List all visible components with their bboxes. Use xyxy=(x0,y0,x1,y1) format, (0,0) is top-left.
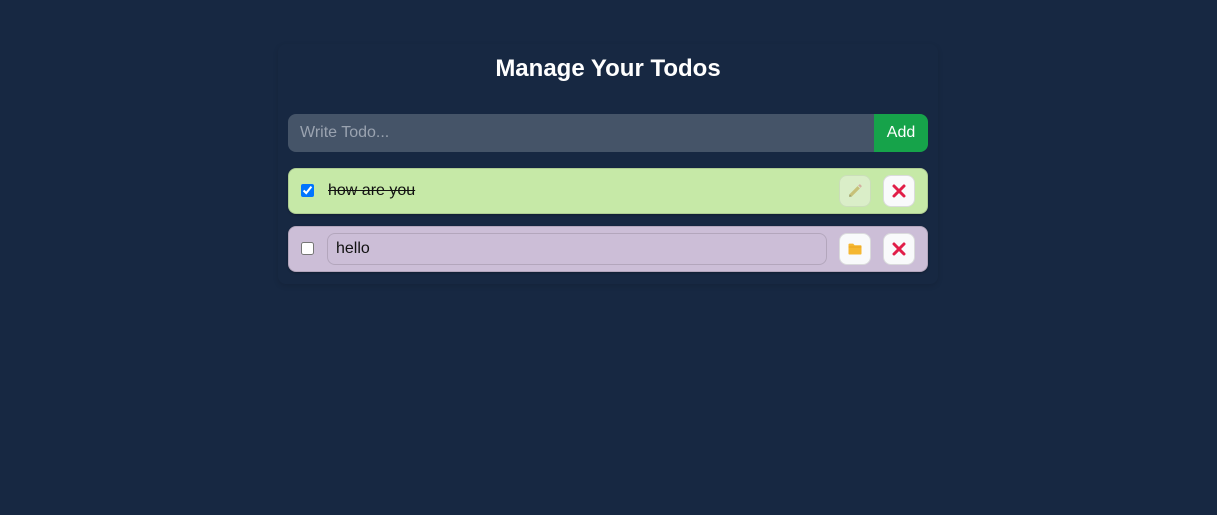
close-icon xyxy=(891,241,907,257)
delete-todo-button[interactable] xyxy=(883,233,915,265)
todo-input[interactable] xyxy=(288,114,874,152)
delete-todo-button[interactable] xyxy=(883,175,915,207)
todo-item xyxy=(288,226,928,272)
todo-complete-checkbox[interactable] xyxy=(301,184,314,197)
todo-container: Manage Your Todos Add xyxy=(278,44,938,284)
close-icon xyxy=(891,183,907,199)
pencil-icon xyxy=(847,183,863,199)
todo-complete-checkbox[interactable] xyxy=(301,242,314,255)
todo-form: Add xyxy=(288,114,928,152)
add-button[interactable]: Add xyxy=(874,114,928,152)
todo-text-field[interactable] xyxy=(327,175,827,207)
todo-text-field[interactable] xyxy=(327,233,827,265)
todo-item xyxy=(288,168,928,214)
page-title: Manage Your Todos xyxy=(495,55,721,82)
edit-todo-button[interactable] xyxy=(839,175,871,207)
save-todo-button[interactable] xyxy=(839,233,871,265)
folder-icon xyxy=(847,241,863,257)
